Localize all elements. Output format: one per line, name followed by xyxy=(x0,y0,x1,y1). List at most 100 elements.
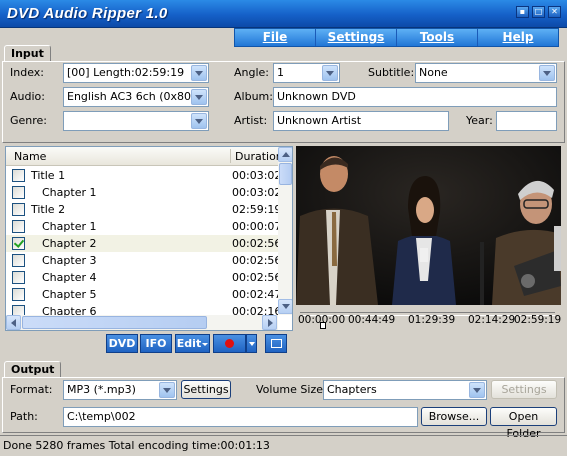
volume-size-label: Volume Size: xyxy=(256,383,327,396)
dvd-button[interactable]: DVD xyxy=(106,334,138,353)
list-header: Name Duration xyxy=(6,147,283,166)
angle-value: 1 xyxy=(277,66,284,79)
path-input[interactable]: C:\temp\002 xyxy=(63,407,418,427)
album-label: Album: xyxy=(234,90,273,103)
tab-input[interactable]: Input xyxy=(4,45,51,62)
audio-label: Audio: xyxy=(10,90,45,103)
video-preview xyxy=(296,146,561,305)
menu-tools[interactable]: Tools xyxy=(397,29,478,46)
scroll-thumb[interactable] xyxy=(279,163,292,185)
audio-select[interactable]: English AC3 6ch (0x80) xyxy=(63,87,209,107)
timeline-slider[interactable]: 00:00:00 00:44:49 01:29:39 02:14:29 02:5… xyxy=(296,305,561,331)
column-header-duration[interactable]: Duration xyxy=(235,150,283,163)
menu-help[interactable]: Help xyxy=(478,29,558,46)
list-item[interactable]: Title 2 02:59:19 xyxy=(6,201,278,218)
index-value: [00] Length:02:59:19 xyxy=(67,66,185,79)
timeline-time-3: 02:14:29 xyxy=(468,314,516,326)
close-button[interactable]: ✕ xyxy=(548,6,561,18)
album-input[interactable]: Unknown DVD xyxy=(273,87,557,107)
chevron-down-icon[interactable] xyxy=(159,382,175,398)
subtitle-select[interactable]: None xyxy=(415,63,557,83)
list-item[interactable]: Chapter 1 00:00:07 xyxy=(6,218,278,235)
row-name: Chapter 1 xyxy=(42,220,97,233)
genre-label: Genre: xyxy=(10,114,48,127)
row-checkbox[interactable] xyxy=(12,220,25,233)
format-settings-button[interactable]: Settings xyxy=(181,380,231,399)
app-title: DVD Audio Ripper 1.0 xyxy=(7,5,168,22)
maximize-button[interactable]: □ xyxy=(532,6,545,18)
browse-button[interactable]: Browse... xyxy=(421,407,487,426)
row-name: Title 2 xyxy=(31,203,66,216)
title-list: Name Duration Title 1 00:03:02 Chapter 1… xyxy=(5,146,293,331)
row-checkbox[interactable] xyxy=(12,271,25,284)
timeline-time-1: 00:44:49 xyxy=(348,314,396,326)
row-checkbox[interactable] xyxy=(12,169,25,182)
format-label: Format: xyxy=(10,383,53,396)
column-divider[interactable] xyxy=(230,149,231,163)
row-checkbox[interactable] xyxy=(12,305,25,315)
record-button[interactable] xyxy=(213,334,246,353)
row-duration: 00:02:56 xyxy=(232,254,278,267)
chevron-down-icon[interactable] xyxy=(191,89,207,105)
row-name: Chapter 5 xyxy=(42,288,97,301)
volume-size-value: Chapters xyxy=(327,383,377,396)
format-value: MP3 (*.mp3) xyxy=(67,383,136,396)
row-checkbox-checked[interactable] xyxy=(12,237,25,250)
angle-select[interactable]: 1 xyxy=(273,63,340,83)
row-checkbox[interactable] xyxy=(12,203,25,216)
list-item[interactable]: Chapter 6 00:02:16 xyxy=(6,303,278,315)
scroll-left-icon[interactable] xyxy=(6,315,21,330)
edit-button[interactable]: Edit xyxy=(175,334,210,353)
row-checkbox[interactable] xyxy=(12,186,25,199)
record-dropdown-button[interactable] xyxy=(246,334,257,353)
snapshot-button[interactable] xyxy=(265,334,287,353)
record-icon xyxy=(225,338,234,348)
menu-settings[interactable]: Settings xyxy=(316,29,397,46)
tab-output[interactable]: Output xyxy=(4,361,62,378)
dropdown-arrow-icon xyxy=(248,342,255,346)
row-name: Chapter 6 xyxy=(42,305,97,315)
list-item[interactable]: Chapter 5 00:02:47 xyxy=(6,286,278,303)
row-duration: 00:02:47 xyxy=(232,288,278,301)
ifo-button[interactable]: IFO xyxy=(140,334,172,353)
timeline-handle[interactable] xyxy=(320,322,326,329)
volume-settings-button[interactable]: Settings xyxy=(491,380,557,399)
row-name: Title 1 xyxy=(31,169,66,182)
volume-size-select[interactable]: Chapters xyxy=(323,380,487,400)
index-select[interactable]: [00] Length:02:59:19 xyxy=(63,63,209,83)
artist-label: Artist: xyxy=(234,114,268,127)
format-select[interactable]: MP3 (*.mp3) xyxy=(63,380,177,400)
scroll-down-icon[interactable] xyxy=(278,299,292,314)
minimize-button[interactable]: ▪ xyxy=(516,6,529,18)
row-duration: 00:03:02 xyxy=(232,186,278,199)
row-checkbox[interactable] xyxy=(12,254,25,267)
edit-label: Edit xyxy=(176,337,202,350)
open-folder-button[interactable]: Open Folder xyxy=(490,407,557,440)
menu-file[interactable]: File xyxy=(235,29,316,46)
column-header-name[interactable]: Name xyxy=(14,150,46,163)
chevron-down-icon[interactable] xyxy=(191,113,207,129)
chevron-down-icon[interactable] xyxy=(191,65,207,81)
scroll-right-icon[interactable] xyxy=(262,315,277,330)
list-item[interactable]: Title 1 00:03:02 xyxy=(6,167,278,184)
row-name: Chapter 1 xyxy=(42,186,97,199)
video-frame-image xyxy=(296,146,561,305)
list-item-selected[interactable]: Chapter 2 00:02:56 xyxy=(6,235,278,252)
image-icon xyxy=(270,338,282,348)
scroll-up-icon[interactable] xyxy=(278,147,292,162)
artist-input[interactable]: Unknown Artist xyxy=(273,111,449,131)
row-name: Chapter 2 xyxy=(42,237,97,250)
scroll-thumb[interactable] xyxy=(22,316,207,329)
chevron-down-icon[interactable] xyxy=(539,65,555,81)
year-input[interactable] xyxy=(496,111,557,131)
chevron-down-icon[interactable] xyxy=(322,65,338,81)
row-checkbox[interactable] xyxy=(12,288,25,301)
subtitle-label: Subtitle: xyxy=(368,66,415,79)
list-item[interactable]: Chapter 4 00:02:56 xyxy=(6,269,278,286)
list-item[interactable]: Chapter 3 00:02:56 xyxy=(6,252,278,269)
genre-select[interactable] xyxy=(63,111,209,131)
vertical-scrollbar[interactable] xyxy=(278,147,292,315)
chevron-down-icon[interactable] xyxy=(469,382,485,398)
horizontal-scrollbar[interactable] xyxy=(6,315,278,330)
list-item[interactable]: Chapter 1 00:03:02 xyxy=(6,184,278,201)
